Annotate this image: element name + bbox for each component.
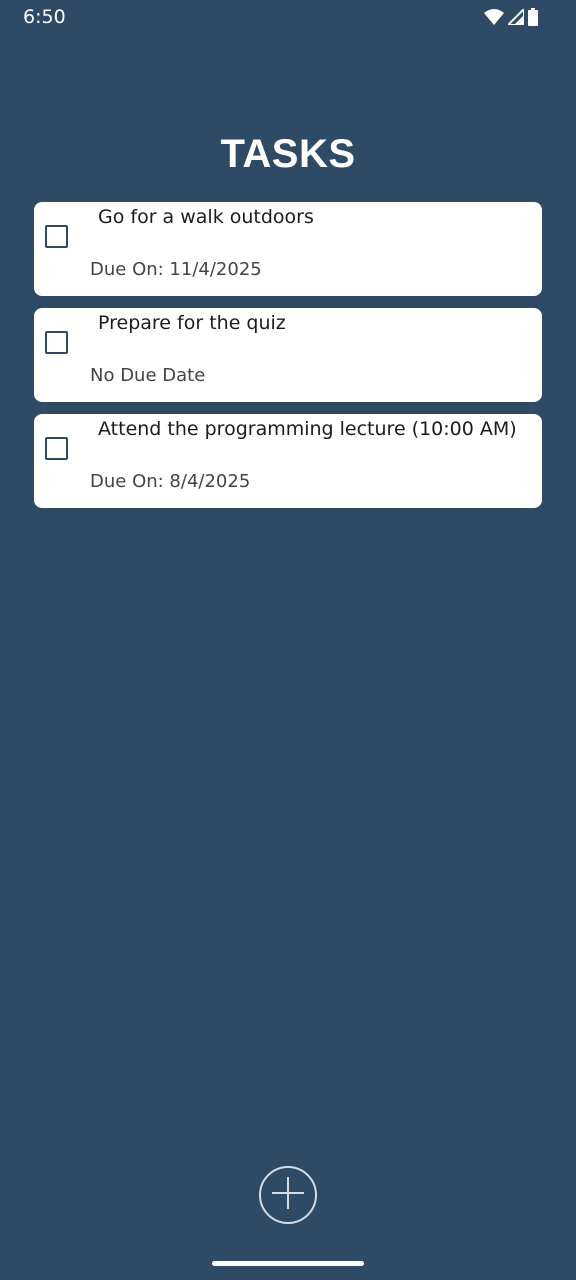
battery-icon [528, 8, 538, 26]
add-task-button[interactable] [259, 1166, 317, 1224]
task-card[interactable]: Attend the programming lecture (10:00 AM… [34, 414, 542, 508]
signal-icon [508, 9, 524, 25]
task-title: Attend the programming lecture (10:00 AM… [98, 418, 517, 440]
task-title: Go for a walk outdoors [98, 206, 314, 228]
task-checkbox[interactable] [45, 225, 68, 248]
task-due-date: No Due Date [90, 365, 206, 386]
task-due-date: Due On: 11/4/2025 [90, 259, 262, 280]
screen: 6:50 TASKS Go for a walk outdoors Due On… [0, 0, 576, 1280]
task-card[interactable]: Go for a walk outdoors Due On: 11/4/2025 [34, 202, 542, 296]
task-list: Go for a walk outdoors Due On: 11/4/2025… [34, 202, 542, 520]
status-bar: 6:50 [0, 0, 576, 34]
task-due-date: Due On: 8/4/2025 [90, 471, 251, 492]
wifi-icon [484, 9, 504, 25]
status-time: 6:50 [23, 6, 66, 28]
task-title: Prepare for the quiz [98, 312, 286, 334]
page-title: TASKS [220, 132, 356, 176]
status-icons [484, 8, 538, 26]
task-card[interactable]: Prepare for the quiz No Due Date [34, 308, 542, 402]
task-checkbox[interactable] [45, 331, 68, 354]
navigation-handle[interactable] [212, 1261, 364, 1266]
plus-icon [270, 1175, 306, 1216]
task-checkbox[interactable] [45, 437, 68, 460]
